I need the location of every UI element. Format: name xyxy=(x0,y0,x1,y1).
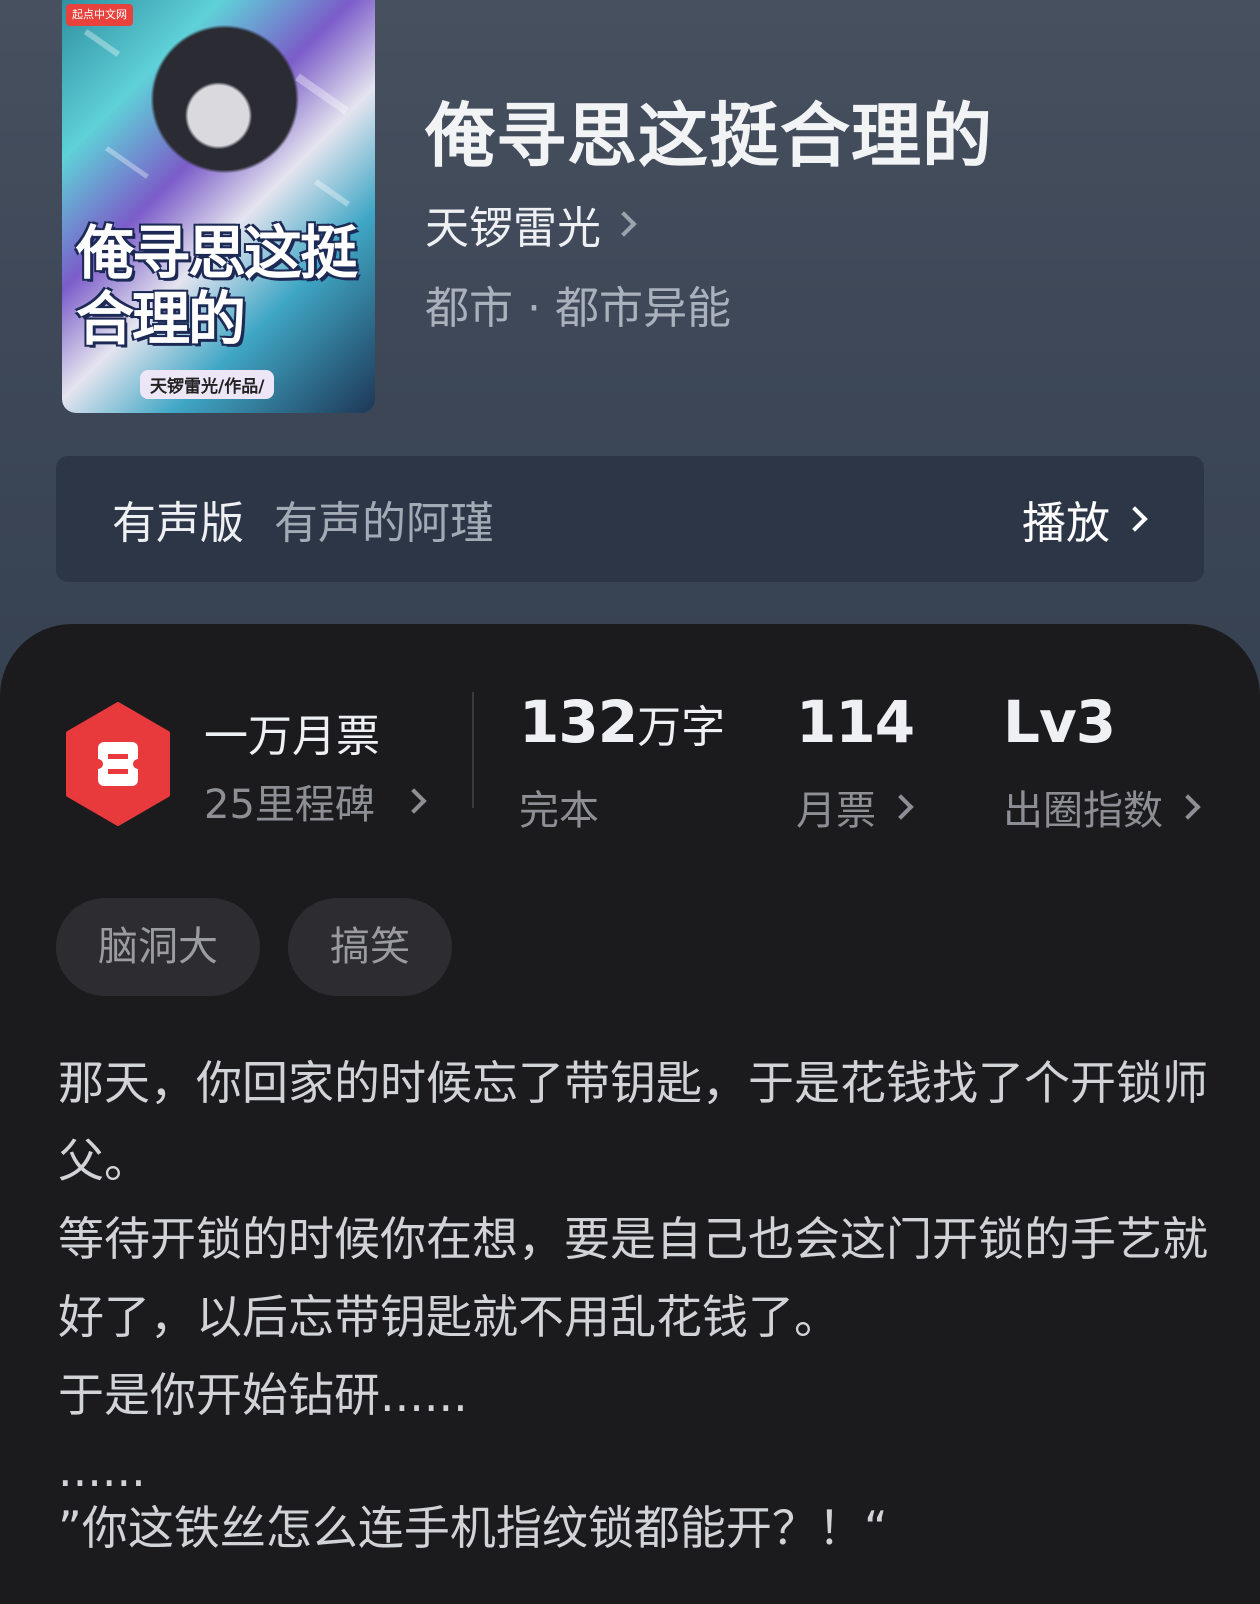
chevron-right-icon xyxy=(1175,794,1201,820)
chevron-right-icon xyxy=(611,211,637,237)
word-count-unit: 万字 xyxy=(637,702,726,753)
play-label: 播放 xyxy=(1022,498,1110,549)
synopsis-paragraph: 那天，你回家的时候忘了带钥匙，于是花钱找了个开锁师父。 xyxy=(58,1056,1208,1188)
book-cover-image[interactable]: 起点中文网 俺寻思这挺合理的 天锣雷光/作品/ xyxy=(62,0,375,413)
ticket-hexagon-icon xyxy=(66,702,170,826)
popularity-index: Lv3 xyxy=(1003,688,1116,756)
cover-author-art: 天锣雷光/作品/ xyxy=(140,370,275,399)
author-link[interactable]: 天锣雷光 xyxy=(425,192,637,256)
cover-title-art: 俺寻思这挺合理的 xyxy=(76,219,358,353)
synopsis-paragraph: 等待开锁的时候你在想，要是自己也会这门开锁的手艺就好了，以后忘带钥匙就不用乱花钱… xyxy=(58,1212,1208,1344)
synopsis-paragraph: ”你这铁丝怎么连手机指纹锁都能开？！“ xyxy=(58,1501,888,1555)
monthly-votes-link[interactable]: 月票 xyxy=(796,778,914,836)
popularity-value: Lv3 xyxy=(1003,688,1116,756)
synopsis-paragraph: ...... xyxy=(58,1443,146,1497)
popularity-link[interactable]: 出圈指数 xyxy=(1003,778,1201,836)
milestone-title: 一万月票 xyxy=(204,711,380,762)
tag-chip[interactable]: 脑洞大 xyxy=(56,898,260,996)
chevron-right-icon xyxy=(1122,506,1148,532)
milestone-link[interactable]: 25里程碑 xyxy=(204,772,427,830)
book-title: 俺寻思这挺合理的 xyxy=(425,94,993,177)
audiobook-bar[interactable]: 有声版 有声的阿瑾 播放 xyxy=(56,456,1204,582)
book-header: 起点中文网 俺寻思这挺合理的 天锣雷光/作品/ 俺寻思这挺合理的 天锣雷光 都市… xyxy=(0,0,1260,700)
tag-list: 脑洞大 搞笑 xyxy=(56,898,452,996)
audiobook-label: 有声版 xyxy=(112,498,244,549)
book-synopsis: 那天，你回家的时候忘了带钥匙，于是花钱找了个开锁师父。 等待开锁的时候你在想，要… xyxy=(58,1044,1218,1558)
monthly-votes-label: 月票 xyxy=(796,788,876,834)
book-genre: 都市 · 都市异能 xyxy=(425,283,731,334)
completion-status: 完本 xyxy=(519,778,599,836)
monthly-votes-count: 114 xyxy=(796,688,915,756)
completion-status-label: 完本 xyxy=(519,788,599,834)
chevron-right-icon xyxy=(401,788,427,814)
synopsis-paragraph: 于是你开始钻研...... xyxy=(58,1368,468,1422)
audiobook-narrator: 有声的阿瑾 xyxy=(274,498,494,549)
author-name: 天锣雷光 xyxy=(425,203,601,254)
monthly-votes-value: 114 xyxy=(796,688,915,756)
stats-divider xyxy=(472,692,474,808)
word-count-value: 132 xyxy=(519,688,638,756)
play-button[interactable]: 播放 xyxy=(1022,487,1148,551)
popularity-label: 出圈指数 xyxy=(1003,788,1163,834)
word-count: 132万字 xyxy=(519,688,725,756)
chevron-right-icon xyxy=(888,794,914,820)
milestone-label: 25里程碑 xyxy=(204,782,375,828)
publisher-logo: 起点中文网 xyxy=(66,4,133,26)
tag-chip[interactable]: 搞笑 xyxy=(288,898,452,996)
